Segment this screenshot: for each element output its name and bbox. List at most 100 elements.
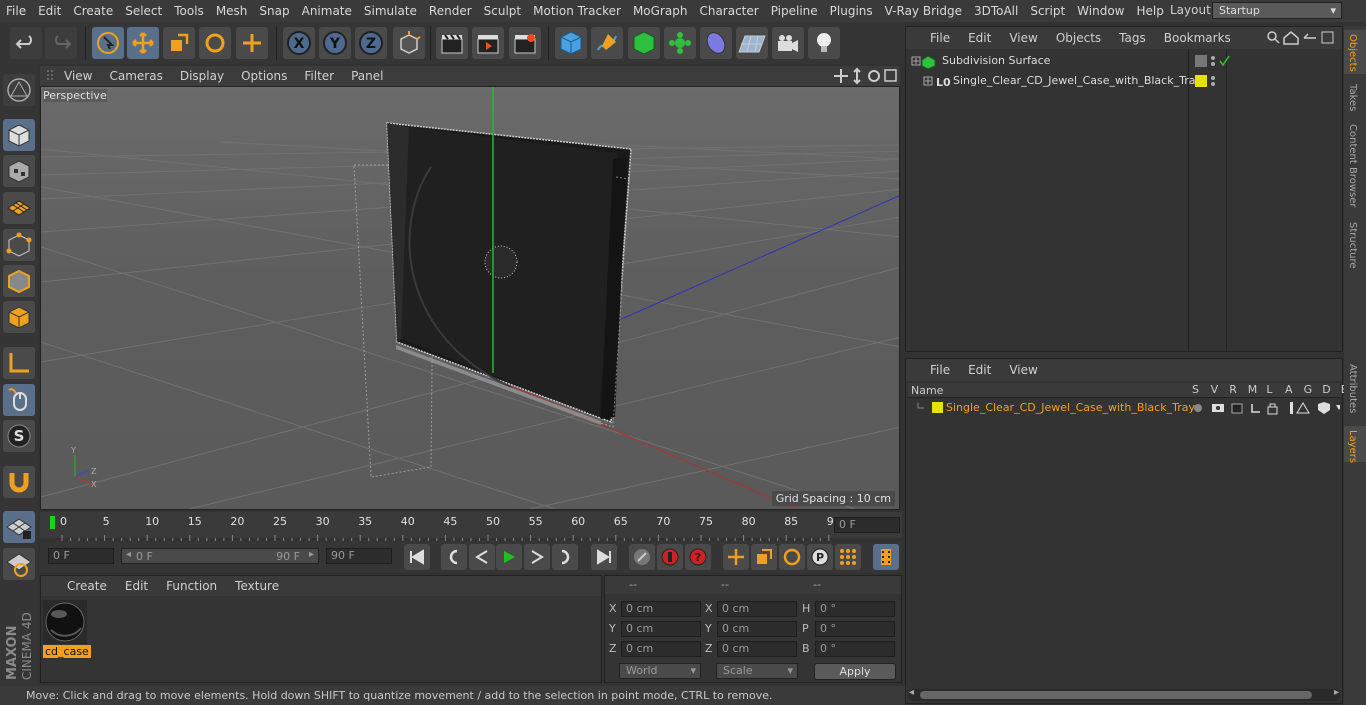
axis-mode-button[interactable] [3, 347, 35, 379]
layer-menu-file[interactable]: File [930, 363, 950, 377]
menu-3dtoall[interactable]: 3DToAll [968, 4, 1024, 18]
layer-column-g[interactable]: G [1304, 383, 1313, 396]
material-menu-function[interactable]: Function [166, 579, 217, 593]
transform-button[interactable] [236, 27, 268, 59]
coord-value-field[interactable]: 0 ° [815, 641, 895, 657]
object-row[interactable]: L0 Single_Clear_CD_Jewel_Case_with_Black… [908, 72, 1344, 90]
render-view-button[interactable] [436, 27, 468, 59]
coord-value-field[interactable]: 0 ° [815, 601, 895, 617]
render-settings-button[interactable] [509, 27, 541, 59]
menu-snap[interactable]: Snap [253, 4, 295, 18]
grid-lock-button[interactable] [3, 511, 35, 543]
menu-file[interactable]: File [0, 4, 32, 18]
mograph-cloner-button[interactable] [664, 27, 696, 59]
menu-edit[interactable]: Edit [32, 4, 67, 18]
scale-button[interactable] [163, 27, 195, 59]
coord-value-field[interactable]: 0 cm [621, 601, 701, 617]
pen-tool-button[interactable] [591, 27, 623, 59]
tab-layers[interactable]: Layers [1347, 430, 1358, 463]
magnet-button[interactable] [3, 466, 35, 498]
go-to-end-button[interactable] [591, 544, 617, 570]
menu-help[interactable]: Help [1130, 4, 1169, 18]
previous-keyframe-button[interactable] [441, 544, 467, 570]
layer-column-d[interactable]: D [1322, 383, 1330, 396]
x-axis-button[interactable]: X [283, 27, 315, 59]
menu-mograph[interactable]: MoGraph [627, 4, 694, 18]
viewport-menu-view[interactable]: View [64, 69, 92, 83]
end-frame-field[interactable]: 90 F [326, 548, 392, 564]
menu-simulate[interactable]: Simulate [358, 4, 423, 18]
menu-window[interactable]: Window [1071, 4, 1130, 18]
tab-attributes[interactable]: Attributes [1347, 364, 1358, 413]
object-menu-file[interactable]: File [930, 31, 950, 45]
cube-object-button[interactable] [555, 27, 587, 59]
render-picture-viewer-button[interactable] [472, 27, 504, 59]
viewport-menu-cameras[interactable]: Cameras [109, 69, 162, 83]
coord-value-field[interactable]: 0 cm [717, 601, 797, 617]
scrollbar-thumb[interactable] [920, 691, 1312, 699]
record-button[interactable] [657, 544, 683, 570]
layer-column-m[interactable]: M [1248, 383, 1258, 396]
frame-range-slider[interactable]: ◂ 0 F 90 F ▸ [121, 548, 319, 564]
layer-column-s[interactable]: S [1192, 383, 1199, 396]
move-button[interactable] [127, 27, 159, 59]
material-menu-texture[interactable]: Texture [235, 579, 279, 593]
layout-select[interactable]: Startup [1212, 2, 1342, 19]
points-mode-button[interactable] [3, 229, 35, 261]
z-axis-button[interactable]: Z [355, 27, 387, 59]
live-selection-button[interactable] [92, 27, 124, 59]
go-to-start-button[interactable] [404, 544, 430, 570]
menu-script[interactable]: Script [1024, 4, 1071, 18]
deformer-button[interactable] [700, 27, 732, 59]
next-keyframe-button[interactable] [552, 544, 578, 570]
material-menu-create[interactable]: Create [67, 579, 107, 593]
menu-create[interactable]: Create [67, 4, 119, 18]
start-frame-field[interactable]: 0 F [48, 548, 114, 564]
viewport-nav-icons[interactable] [834, 67, 900, 85]
tab-structure[interactable]: Structure [1347, 222, 1358, 269]
layer-column-l[interactable]: L [1266, 383, 1272, 396]
scroll-left-arrow[interactable]: ◂ [909, 687, 914, 698]
tab-objects[interactable]: Objects [1347, 34, 1358, 72]
play-button[interactable] [496, 544, 522, 570]
viewport-menu-panel[interactable]: Panel [351, 69, 383, 83]
previous-frame-button[interactable] [469, 544, 495, 570]
model-mode-button[interactable] [3, 119, 35, 151]
menu-animate[interactable]: Animate [296, 4, 358, 18]
undo-button[interactable] [10, 27, 42, 59]
object-menu-bookmarks[interactable]: Bookmarks [1164, 31, 1231, 45]
object-menu-view[interactable]: View [1009, 31, 1037, 45]
viewport-menu-filter[interactable]: Filter [304, 69, 334, 83]
layer-column-v[interactable]: V [1211, 383, 1219, 396]
autokey-button[interactable]: ? [685, 544, 711, 570]
menu-render[interactable]: Render [423, 4, 478, 18]
grid-snap-button[interactable] [3, 548, 35, 580]
redo-button[interactable] [45, 27, 77, 59]
edges-mode-button[interactable] [3, 265, 35, 297]
viewport-menu-options[interactable]: Options [241, 69, 287, 83]
scale-mode-select[interactable]: Scale ▾ [716, 663, 798, 679]
menu-mesh[interactable]: Mesh [210, 4, 254, 18]
tab-content-browser[interactable]: Content Browser [1347, 124, 1358, 207]
menu-plugins[interactable]: Plugins [824, 4, 879, 18]
current-frame-field[interactable]: 0 F [834, 517, 900, 533]
menu-character[interactable]: Character [693, 4, 764, 18]
subdivision-button[interactable] [628, 27, 660, 59]
rotate-button[interactable] [199, 27, 231, 59]
texture-mode-button[interactable] [3, 155, 35, 187]
next-frame-button[interactable] [524, 544, 550, 570]
layer-menu-view[interactable]: View [1009, 363, 1037, 377]
layer-menu-edit[interactable]: Edit [968, 363, 991, 377]
viewport-menu-display[interactable]: Display [180, 69, 224, 83]
object-manager-tools[interactable] [1266, 29, 1336, 47]
key-rotation-button[interactable] [779, 544, 805, 570]
coordinate-system-button[interactable] [393, 27, 425, 59]
coord-value-field[interactable]: 0 cm [717, 621, 797, 637]
tab-takes[interactable]: Takes [1347, 84, 1358, 111]
menu-sculpt[interactable]: Sculpt [478, 4, 527, 18]
object-menu-tags[interactable]: Tags [1119, 31, 1146, 45]
key-position-button[interactable] [723, 544, 749, 570]
polygons-mode-button[interactable] [3, 301, 35, 333]
key-scale-button[interactable] [751, 544, 777, 570]
object-menu-objects[interactable]: Objects [1056, 31, 1101, 45]
